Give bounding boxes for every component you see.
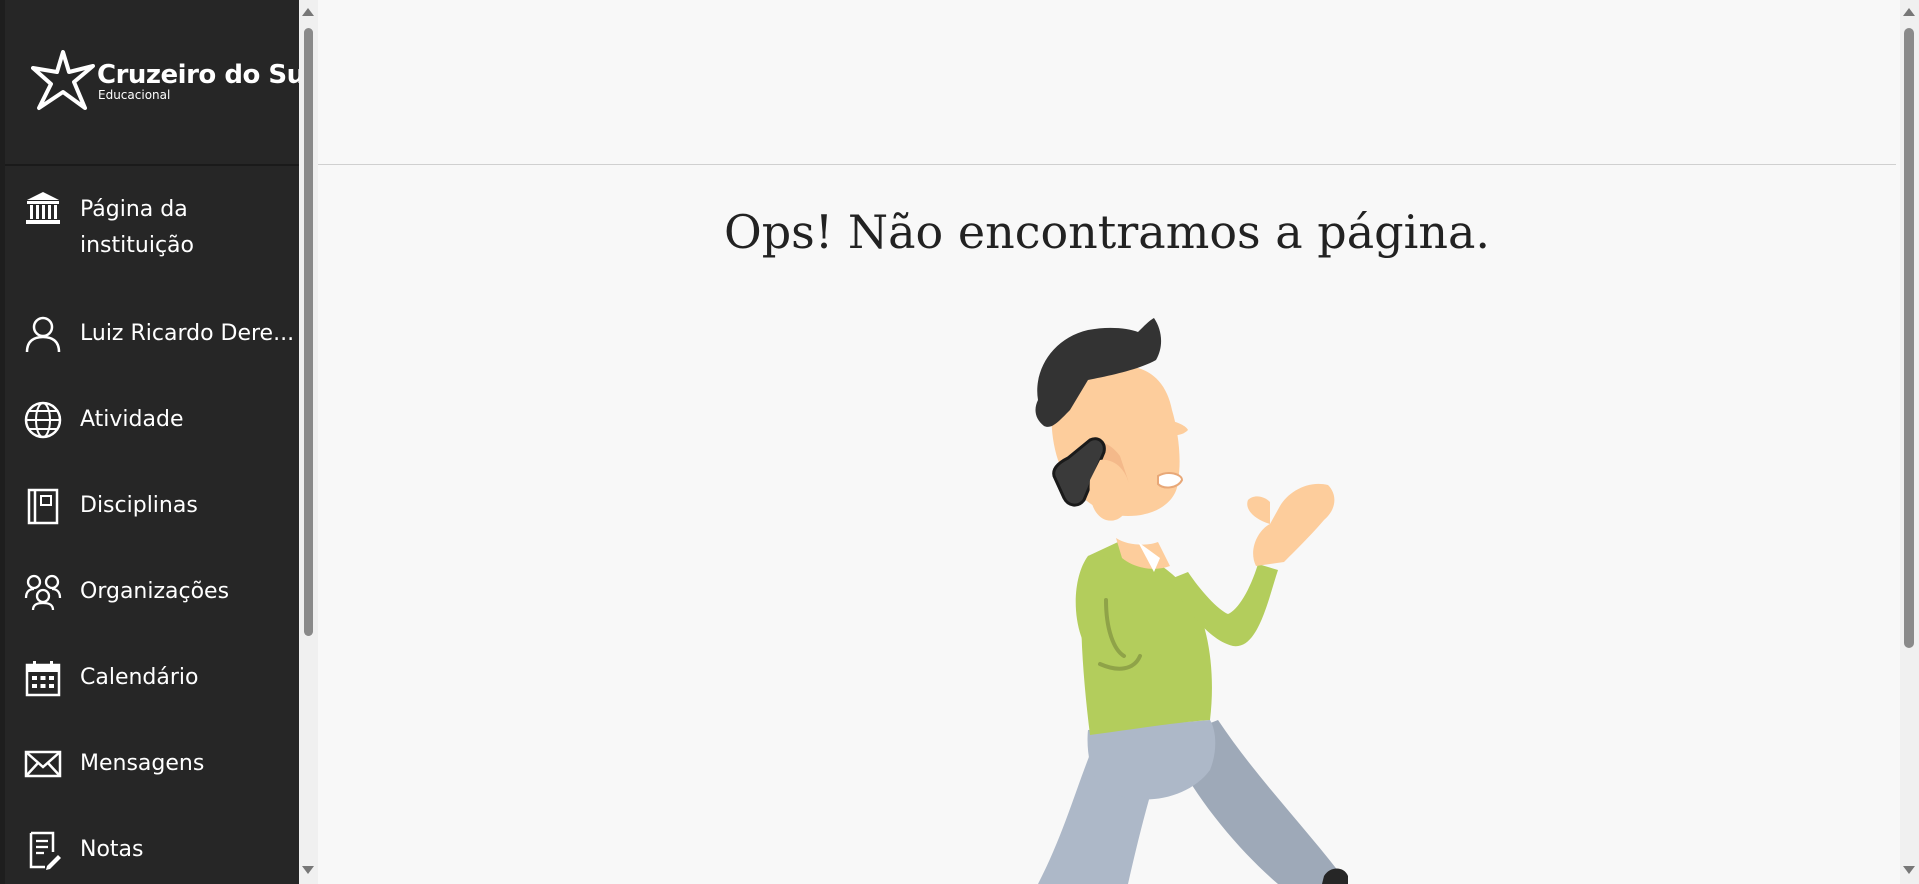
page-scroll-down-arrow-icon[interactable] bbox=[1903, 866, 1915, 874]
brand-name: Cruzeiro do Sul bbox=[97, 60, 299, 90]
envelope-icon bbox=[23, 744, 63, 784]
sidebar-item-label: Mensagens bbox=[80, 751, 205, 776]
organizations-icon bbox=[23, 572, 63, 612]
brand-subtitle: Educacional bbox=[98, 88, 171, 102]
sidebar-item-institution[interactable]: Página da instituição bbox=[5, 188, 299, 274]
sidebar-item-label: Disciplinas bbox=[80, 493, 198, 518]
calendar-icon bbox=[23, 658, 63, 698]
header-divider bbox=[318, 164, 1896, 165]
sidebar-scroll-up-arrow-icon[interactable] bbox=[302, 8, 314, 16]
sidebar-scrollbar-thumb[interactable] bbox=[304, 28, 313, 636]
page-title: Ops! Não encontramos a página. bbox=[724, 205, 1490, 259]
user-icon bbox=[23, 314, 63, 354]
sidebar-item-courses[interactable]: Disciplinas bbox=[5, 463, 299, 549]
sidebar-item-label: Organizações bbox=[80, 579, 230, 604]
sidebar-item-label: Página da instituição bbox=[80, 197, 194, 258]
sidebar-item-activity[interactable]: Atividade bbox=[5, 377, 299, 463]
page-scrollbar-thumb[interactable] bbox=[1904, 28, 1914, 648]
sidebar-item-grades[interactable]: Notas bbox=[5, 807, 299, 884]
sidebar: Cruzeiro do Sul Educacional Página da in… bbox=[0, 0, 299, 884]
sidebar-item-label: Calendário bbox=[80, 665, 199, 690]
sidebar-item-organizations[interactable]: Organizações bbox=[5, 549, 299, 635]
sidebar-scroll-down-arrow-icon[interactable] bbox=[302, 866, 314, 874]
book-icon bbox=[23, 486, 63, 526]
man-on-phone-illustration bbox=[1035, 318, 1348, 884]
sidebar-item-label: Notas bbox=[80, 837, 144, 862]
sidebar-item-label: Atividade bbox=[80, 407, 184, 432]
sidebar-item-label: Luiz Ricardo Dere... bbox=[80, 321, 295, 346]
institution-icon bbox=[23, 188, 63, 228]
globe-icon bbox=[23, 400, 63, 440]
grades-icon bbox=[23, 830, 63, 870]
sidebar-item-profile[interactable]: Luiz Ricardo Dere... bbox=[5, 291, 299, 377]
sidebar-item-messages[interactable]: Mensagens bbox=[5, 721, 299, 807]
main-content: Ops! Não encontramos a página. bbox=[318, 0, 1900, 884]
page-scroll-up-arrow-icon[interactable] bbox=[1903, 8, 1915, 16]
brand-header[interactable]: Cruzeiro do Sul Educacional bbox=[5, 0, 299, 166]
sidebar-item-calendar[interactable]: Calendário bbox=[5, 635, 299, 721]
star-logo-icon bbox=[31, 50, 95, 110]
